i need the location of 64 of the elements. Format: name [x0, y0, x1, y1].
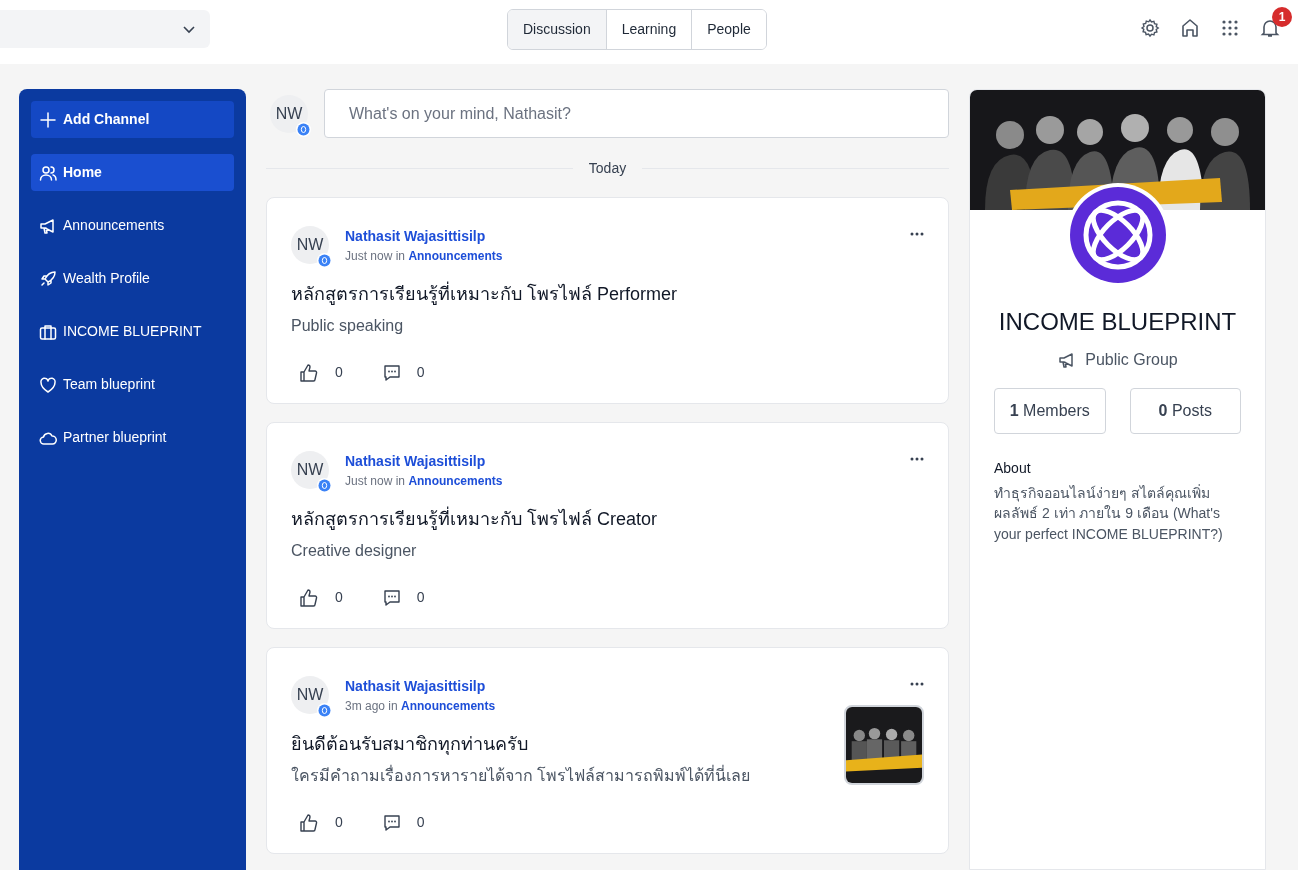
author-link[interactable]: Nathasit Wajasittisilp: [345, 226, 894, 247]
more-options-icon[interactable]: [910, 682, 924, 686]
sidebar-item[interactable]: Team blueprint: [31, 366, 234, 403]
sidebar-item[interactable]: Partner blueprint: [31, 419, 234, 456]
group-type: Public Group: [1085, 350, 1178, 370]
post-title: หลักสูตรการเรียนรู้ที่เหมาะกับ โพรไฟล์ Creator: [291, 506, 924, 533]
post-title: ยินดีต้อนรับสมาชิกทุกท่านครับ: [291, 733, 529, 757]
notification-count: 1: [1272, 7, 1292, 27]
thumbs-up-icon: [299, 812, 319, 833]
settings-icon[interactable]: [1140, 17, 1160, 39]
sidebar-item[interactable]: Home: [31, 154, 234, 191]
like-button[interactable]: 0: [299, 362, 343, 383]
thumbs-up-icon: [299, 362, 319, 383]
channel-link[interactable]: Announcements: [408, 249, 503, 263]
posts-count[interactable]: 0 Posts: [1129, 388, 1241, 434]
status-badge-icon: [317, 253, 332, 268]
more-options-icon[interactable]: [910, 457, 924, 461]
like-button[interactable]: 0: [299, 587, 343, 608]
sidebar-item[interactable]: Wealth Profile: [31, 260, 234, 297]
like-button[interactable]: 0: [299, 812, 343, 833]
post-time: 3m ago: [345, 699, 386, 713]
briefcase-icon: [39, 322, 57, 341]
bell-icon[interactable]: [1260, 18, 1280, 38]
status-badge-icon: [317, 478, 332, 493]
channel-link[interactable]: Announcements: [401, 699, 496, 713]
sidebar-item[interactable]: INCOME BLUEPRINT: [31, 313, 234, 350]
tab[interactable]: People: [691, 10, 766, 49]
about-heading: About: [994, 459, 1032, 478]
post-title: หลักสูตรการเรียนรู้ที่เหมาะกับ โพรไฟล์ Performer: [291, 281, 924, 308]
post-body: Public speaking: [291, 316, 405, 336]
thumbs-up-icon: [299, 587, 319, 608]
date-divider-label: Today: [588, 159, 627, 178]
comment-icon: [382, 813, 401, 832]
group-name: INCOME BLUEPRINT: [997, 307, 1238, 337]
post-body: Creative designer: [291, 541, 418, 561]
post-time: Just now: [345, 474, 393, 488]
comment-icon: [382, 588, 401, 607]
rocket-icon: [39, 269, 57, 288]
plus-icon: [39, 110, 57, 129]
members-count[interactable]: 1 Members: [994, 388, 1106, 434]
meta-text: in: [394, 249, 407, 263]
author-link[interactable]: Nathasit Wajasittisilp: [345, 676, 894, 697]
post-time: Just now: [345, 249, 393, 263]
more-options-icon[interactable]: [910, 232, 924, 236]
status-badge-icon: [296, 121, 311, 137]
channel-link[interactable]: Announcements: [408, 474, 503, 488]
post-composer-field[interactable]: What's on your mind, Nathasit?: [324, 89, 949, 138]
comment-button[interactable]: 0: [382, 587, 425, 608]
add-channel-button[interactable]: Add Channel: [31, 101, 234, 138]
megaphone-icon: [39, 216, 57, 235]
status-badge-icon: [317, 703, 332, 718]
meta-text: in: [394, 474, 407, 488]
heart-icon: [39, 375, 57, 394]
meta-text: in: [387, 699, 399, 713]
tab[interactable]: Discussion: [508, 10, 606, 49]
users-icon: [39, 163, 57, 182]
about-text: ทำธุรกิจออนไลน์ง่ายๆ สไตล์คุณเพิ่มผลลัพธ์ 2 เท่า ภายใน 9 เดือน (What's your perfect INCOME BLUEPRINT?): [994, 483, 1224, 544]
comment-button[interactable]: 0: [382, 362, 425, 383]
comment-icon: [382, 363, 401, 382]
post-body: ใครมีคำถามเรื่องการหารายได้จาก โพรไฟล์สามารถพิมพ์ได้ที่นี่เลย: [291, 764, 752, 786]
author-link[interactable]: Nathasit Wajasittisilp: [345, 451, 894, 472]
comment-button[interactable]: 0: [382, 812, 425, 833]
sidebar-item[interactable]: Announcements: [31, 207, 234, 244]
home-icon[interactable]: [1180, 17, 1200, 39]
